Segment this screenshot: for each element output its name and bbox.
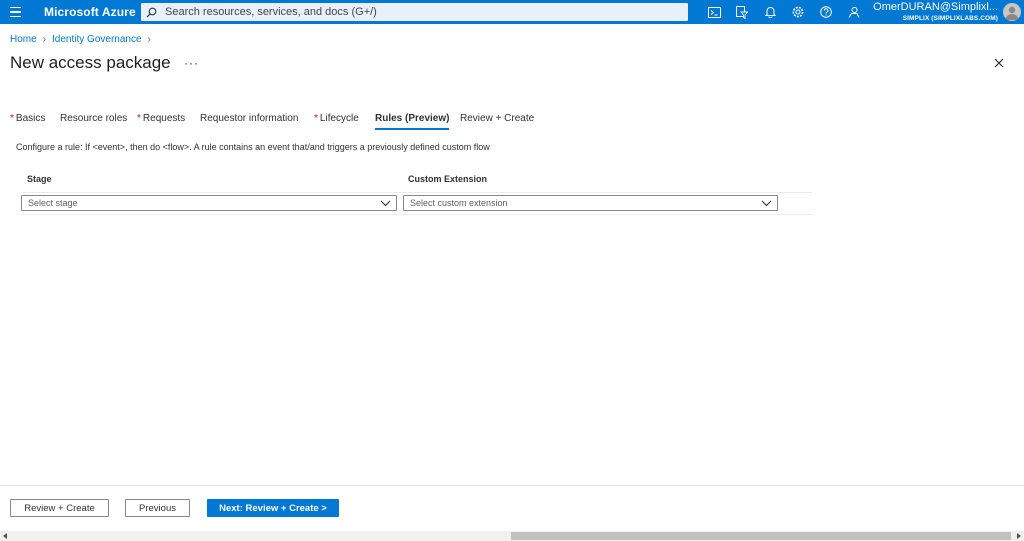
breadcrumb-identity-governance[interactable]: Identity Governance <box>52 34 142 45</box>
review-create-button[interactable]: Review + Create <box>10 499 109 517</box>
breadcrumb: Home › Identity Governance › <box>10 34 157 45</box>
chevron-right-icon: › <box>42 34 47 45</box>
breadcrumb-home[interactable]: Home <box>10 34 37 45</box>
rules-description: Configure a rule: If <event>, then do <f… <box>16 142 490 152</box>
tab-basics[interactable]: * Basics <box>10 113 45 131</box>
user-name: OmerDURAN@Simplixl... <box>873 1 998 13</box>
account-menu[interactable]: OmerDURAN@Simplixl... SIMPLIX (SIMPLIXLA… <box>873 1 998 23</box>
cloud-shell-icon[interactable] <box>700 3 728 21</box>
avatar[interactable] <box>1003 3 1021 21</box>
horizontal-scrollbar[interactable] <box>0 531 1024 541</box>
scroll-left-icon[interactable] <box>0 532 10 540</box>
custom-extension-column-header: Custom Extension <box>408 174 488 184</box>
tab-lifecycle[interactable]: * Lifecycle <box>314 113 359 131</box>
tab-rules-preview[interactable]: Rules (Preview) <box>375 113 450 131</box>
header-divider <box>22 192 812 193</box>
chevron-right-icon: › <box>147 34 151 45</box>
notifications-icon[interactable] <box>756 3 784 21</box>
previous-button[interactable]: Previous <box>125 499 190 517</box>
brand-logo-text[interactable]: Microsoft Azure <box>44 5 136 19</box>
settings-icon[interactable] <box>784 3 812 21</box>
tab-review-create[interactable]: Review + Create <box>460 113 534 131</box>
menu-icon[interactable] <box>6 3 24 21</box>
global-search-box[interactable] <box>141 3 688 21</box>
custom-extension-dropdown[interactable]: Select custom extension <box>403 195 778 211</box>
tab-requestor-information[interactable]: Requestor information <box>200 113 298 131</box>
row-divider <box>22 214 812 215</box>
footer-divider <box>0 485 1024 486</box>
chevron-down-icon <box>380 197 392 209</box>
more-options-icon[interactable]: ··· <box>184 56 199 70</box>
scrollbar-thumb[interactable] <box>511 532 1011 540</box>
tab-resource-roles[interactable]: Resource roles <box>60 113 127 131</box>
tab-requests[interactable]: * Requests <box>137 113 185 131</box>
required-marker: * <box>137 113 141 124</box>
chevron-down-icon <box>761 197 773 209</box>
scroll-right-icon[interactable] <box>1013 532 1023 540</box>
page-title: New access package <box>10 53 171 72</box>
feedback-icon[interactable] <box>840 3 868 21</box>
stage-dropdown-value: Select stage <box>28 198 78 208</box>
close-icon[interactable] <box>992 56 1006 70</box>
stage-dropdown[interactable]: Select stage <box>21 195 397 211</box>
required-marker: * <box>314 113 318 124</box>
help-icon[interactable] <box>812 3 840 21</box>
search-icon <box>146 5 160 19</box>
directory-filter-icon[interactable] <box>728 3 756 21</box>
search-input[interactable] <box>165 6 665 18</box>
required-marker: * <box>10 113 14 124</box>
next-review-create-button[interactable]: Next: Review + Create > <box>207 499 339 517</box>
stage-column-header: Stage <box>27 174 52 184</box>
custom-extension-dropdown-value: Select custom extension <box>410 198 508 208</box>
top-bar: Microsoft Azure OmerDURAN@Simplixl... SI… <box>0 0 1024 24</box>
tenant-name: SIMPLIX (SIMPLIXLABS.COM) <box>902 15 998 22</box>
